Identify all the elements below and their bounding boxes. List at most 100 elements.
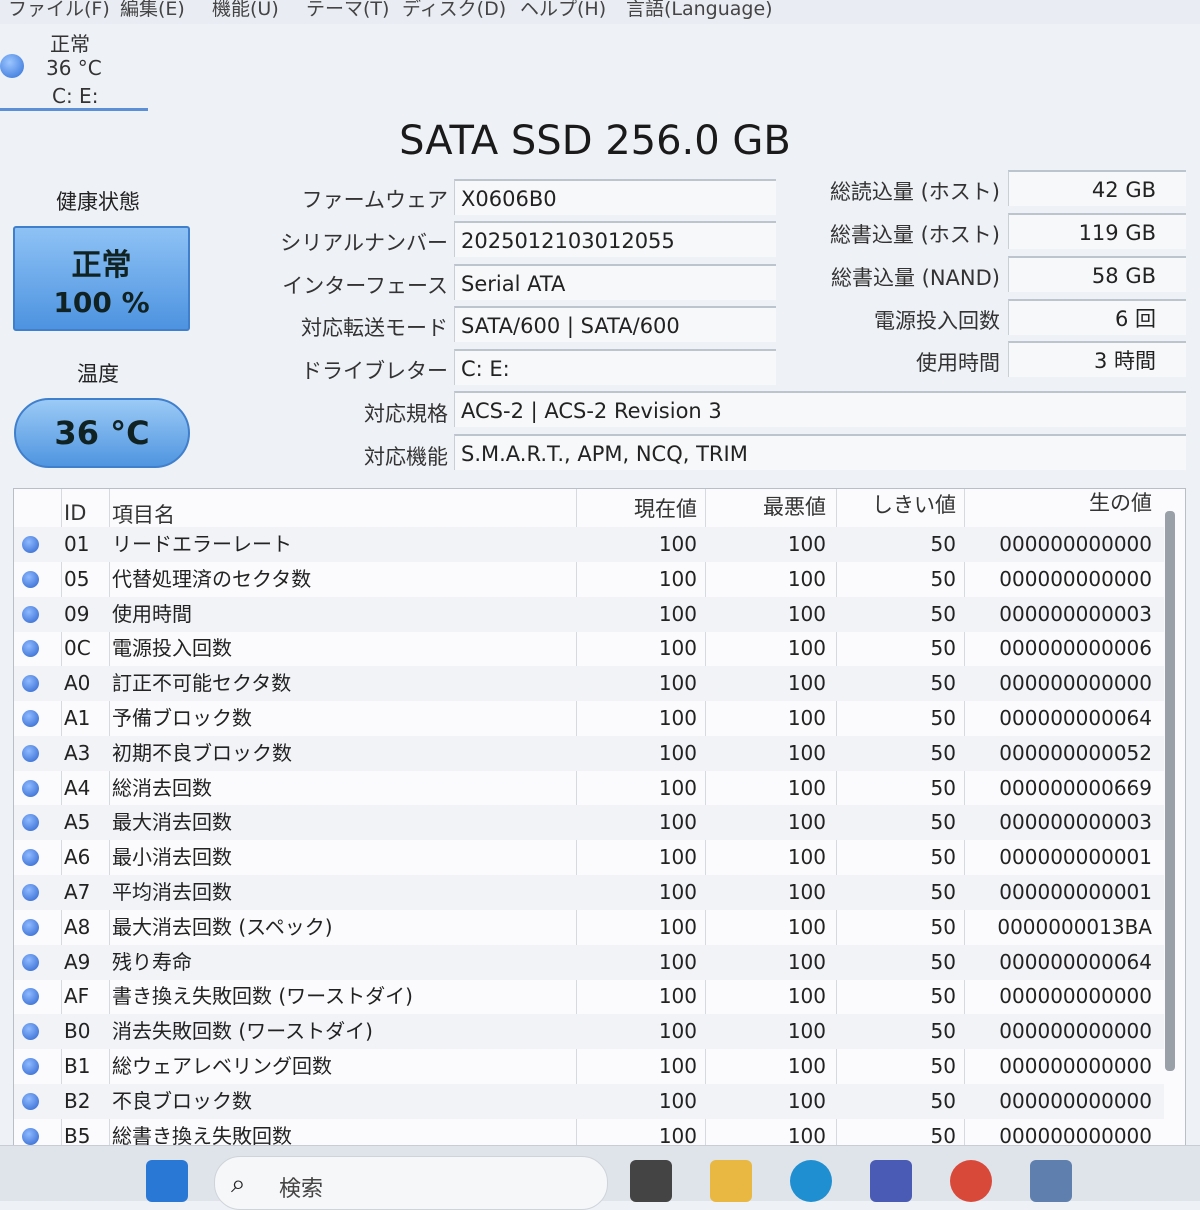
status-dot-icon xyxy=(0,54,24,78)
table-row[interactable]: A4 総消去回数 100 100 50 000000000669 xyxy=(14,771,1164,806)
task-view-icon[interactable] xyxy=(630,1160,672,1202)
drive-letter-value: C: E: xyxy=(454,349,776,385)
cell-id: A3 xyxy=(64,740,91,765)
menu-theme[interactable]: テーマ(T) xyxy=(306,0,389,21)
cell-raw: 000000000001 xyxy=(999,880,1152,904)
cell-current: 100 xyxy=(658,949,697,974)
header-worst[interactable]: 最悪値 xyxy=(714,491,826,521)
table-row[interactable]: B5 総書き換え失敗回数 100 100 50 000000000000 xyxy=(14,1119,1164,1148)
status-dot-icon xyxy=(22,988,39,1006)
table-row[interactable]: B2 不良ブロック数 100 100 50 000000000000 xyxy=(14,1083,1164,1119)
search-input[interactable]: 検索 xyxy=(279,1171,323,1203)
cell-threshold: 50 xyxy=(930,810,956,835)
table-row[interactable]: B0 消去失敗回数 (ワーストダイ) 100 100 50 000000000000 xyxy=(14,1014,1164,1050)
temperature-box[interactable]: 36 °C xyxy=(14,398,190,468)
cell-name: リードエラーレート xyxy=(112,532,292,556)
cell-threshold: 50 xyxy=(930,880,956,904)
cell-worst: 100 xyxy=(787,949,826,974)
table-row[interactable]: A5 最大消去回数 100 100 50 000000000003 xyxy=(14,805,1164,841)
cell-worst: 100 xyxy=(787,601,826,626)
drive-title: SATA SSD 256.0 GB xyxy=(399,118,791,164)
table-row[interactable]: AF 書き換え失敗回数 (ワーストダイ) 100 100 50 000000000000 xyxy=(14,979,1164,1014)
status-dot-icon xyxy=(22,849,39,867)
table-row[interactable]: A9 残り寿命 100 100 50 000000000064 xyxy=(14,944,1164,980)
cell-threshold: 50 xyxy=(930,1088,956,1113)
cell-worst: 100 xyxy=(787,1123,826,1148)
table-row[interactable]: A3 初期不良ブロック数 100 100 50 000000000052 xyxy=(14,735,1164,771)
table-row[interactable]: A0 訂正不可能セクタ数 100 100 50 000000000000 xyxy=(14,666,1164,702)
menu-file[interactable]: ファイル(F) xyxy=(8,0,110,21)
cell-name: 平均消去回数 xyxy=(112,880,232,904)
cell-id: B5 xyxy=(64,1123,91,1148)
cell-current: 100 xyxy=(658,706,697,730)
cell-id: A1 xyxy=(64,706,91,730)
menu-function[interactable]: 機能(U) xyxy=(212,0,279,21)
cell-id: A8 xyxy=(64,914,91,939)
cell-id: B0 xyxy=(64,1019,91,1044)
status-dot-icon xyxy=(22,640,39,658)
cell-raw: 000000000064 xyxy=(999,706,1152,730)
cell-threshold: 50 xyxy=(930,1054,956,1078)
status-dot-icon xyxy=(22,605,39,623)
status-dot-icon xyxy=(22,953,39,971)
windows-start-icon[interactable] xyxy=(146,1160,188,1202)
cell-name: 最大消去回数 xyxy=(112,810,232,835)
health-status-box[interactable]: 正常 100 % xyxy=(13,226,190,331)
table-row[interactable]: 05 代替処理済のセクタ数 100 100 50 000000000000 xyxy=(14,562,1164,597)
cell-worst: 100 xyxy=(787,566,826,591)
taskbar-search[interactable]: ⌕ 検索 xyxy=(214,1156,608,1210)
file-explorer-icon[interactable] xyxy=(710,1160,752,1202)
cell-id: A4 xyxy=(64,775,91,800)
header-name[interactable]: 項目名 xyxy=(112,499,175,529)
cell-id: B2 xyxy=(64,1088,91,1113)
drive-tab[interactable]: 正常 36 °C C: E: xyxy=(0,24,148,112)
menu-edit[interactable]: 編集(E) xyxy=(120,0,185,21)
table-row[interactable]: 01 リードエラーレート 100 100 50 000000000000 xyxy=(14,527,1164,562)
smart-rows: 01 リードエラーレート 100 100 50 000000000000 05 代替処理済のセ… xyxy=(14,527,1164,1147)
menu-language[interactable]: 言語(Language) xyxy=(626,0,773,21)
table-row[interactable]: A8 最大消去回数 (スペック) 100 100 50 0000000013BA xyxy=(14,910,1164,945)
cell-name: 代替処理済のセクタ数 xyxy=(112,566,312,591)
header-current[interactable]: 現在値 xyxy=(589,493,697,523)
table-row[interactable]: A7 平均消去回数 100 100 50 000000000001 xyxy=(14,875,1164,910)
cell-id: 05 xyxy=(64,566,90,591)
health-percent: 100 % xyxy=(53,286,150,319)
cell-name: 最小消去回数 xyxy=(112,845,232,870)
standard-value: ACS-2 | ACS-2 Revision 3 xyxy=(454,391,1186,427)
status-dot-icon xyxy=(22,1023,39,1041)
header-raw[interactable]: 生の値 xyxy=(974,489,1152,517)
cell-threshold: 50 xyxy=(930,706,956,730)
cell-id: 09 xyxy=(64,601,90,626)
power-on-hours-label: 使用時間 xyxy=(916,351,1000,375)
cell-name: 書き換え失敗回数 (ワーストダイ) xyxy=(112,984,413,1009)
menu-disk[interactable]: ディスク(D) xyxy=(402,0,506,21)
status-dot-icon xyxy=(22,570,39,588)
header-threshold[interactable]: しきい値 xyxy=(844,489,956,519)
power-on-count-label: 電源投入回数 xyxy=(874,309,1000,333)
table-row[interactable]: B1 総ウェアレベリング回数 100 100 50 000000000000 xyxy=(14,1049,1164,1084)
menu-help[interactable]: ヘルプ(H) xyxy=(520,0,606,21)
cell-name: 初期不良ブロック数 xyxy=(112,740,292,765)
cell-current: 100 xyxy=(658,810,697,835)
status-dot-icon xyxy=(22,918,39,936)
cell-name: 不良ブロック数 xyxy=(112,1088,252,1113)
crystaldiskinfo-icon[interactable] xyxy=(1030,1160,1072,1202)
cell-raw: 000000000006 xyxy=(999,636,1152,661)
cell-threshold: 50 xyxy=(930,566,956,591)
header-id[interactable]: ID xyxy=(64,501,86,525)
firmware-value: X0606B0 xyxy=(454,179,776,215)
temperature-label: 温度 xyxy=(77,362,119,386)
table-row[interactable]: A1 予備ブロック数 100 100 50 000000000064 xyxy=(14,701,1164,736)
table-scrollbar[interactable] xyxy=(1165,511,1175,1071)
cell-current: 100 xyxy=(658,914,697,939)
chrome-browser-icon[interactable] xyxy=(950,1160,992,1202)
edge-browser-icon[interactable] xyxy=(790,1160,832,1202)
cell-worst: 100 xyxy=(787,914,826,939)
smart-table[interactable]: ID 項目名 現在値 最悪値 しきい値 生の値 01 リードエラーレート 100 10… xyxy=(13,488,1186,1148)
store-icon[interactable] xyxy=(870,1160,912,1202)
table-row[interactable]: 0C 電源投入回数 100 100 50 000000000006 xyxy=(14,631,1164,666)
cell-worst: 100 xyxy=(787,984,826,1009)
table-row[interactable]: A6 最小消去回数 100 100 50 000000000001 xyxy=(14,840,1164,875)
status-dot-icon xyxy=(22,675,39,693)
table-row[interactable]: 09 使用時間 100 100 50 000000000003 xyxy=(14,596,1164,632)
